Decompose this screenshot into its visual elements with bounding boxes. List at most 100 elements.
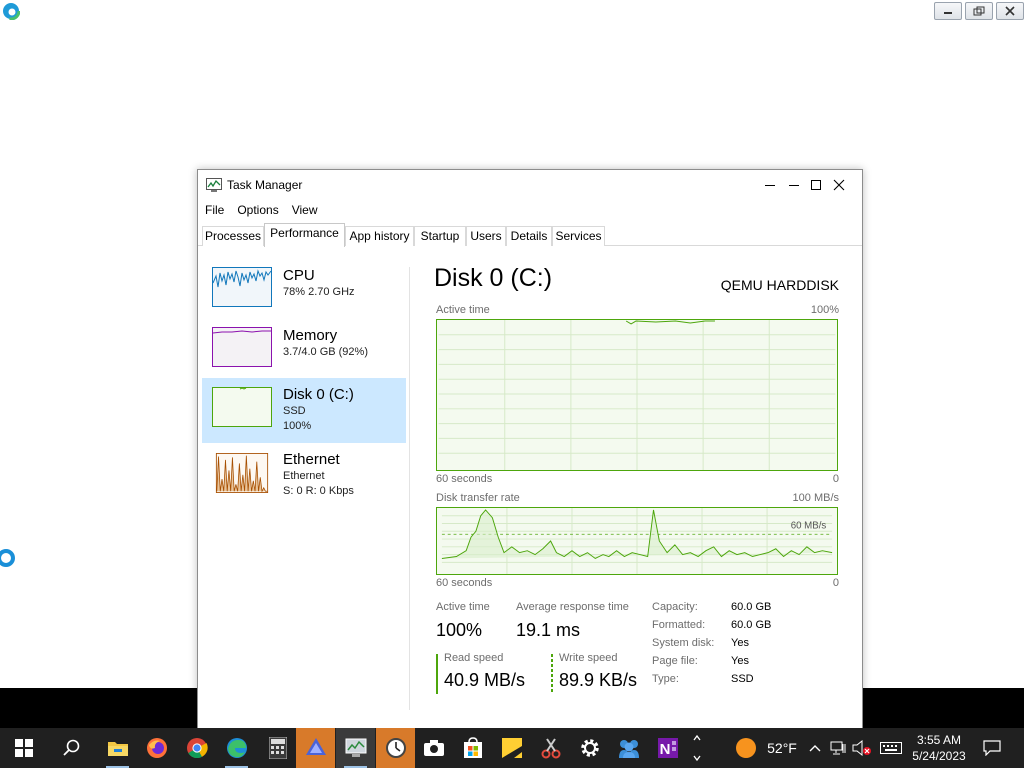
store-icon [463,737,482,758]
onenote-icon: N [657,738,678,758]
menu-options[interactable]: Options [230,201,284,221]
sidebar-cpu-sub: 78% 2.70 GHz [283,286,355,298]
avg-response-label: Average response time [516,601,629,613]
read-speed-label: Read speed [444,652,504,664]
calculator-icon [268,737,287,759]
start-button[interactable] [4,728,43,768]
outer-minimize-button[interactable] [934,2,962,20]
volume-muted-icon [852,740,871,756]
taskbar-snipping-tool[interactable] [531,728,570,768]
page-file-value: Yes [731,655,749,667]
taskbar-camera[interactable] [414,728,453,768]
tab-services[interactable]: Services [552,226,605,246]
formatted-label: Formatted: [652,619,706,631]
active-time-max-label: 100% [810,304,839,316]
taskbar-task-manager[interactable] [336,728,375,768]
taskbar-edge[interactable] [217,728,256,768]
memory-thumbnail [212,327,272,367]
file-explorer-icon [107,742,128,756]
window-title: Task Manager [227,178,303,192]
disk-title: Disk 0 (C:) [434,264,553,292]
taskbar-app-orange[interactable] [296,728,335,768]
close-button[interactable] [816,170,862,200]
tab-performance[interactable]: Performance [264,223,345,247]
notification-button[interactable] [972,728,1012,768]
panel-divider [409,267,410,710]
capacity-value: 60.0 GB [731,601,772,613]
taskbar: N 52°F 3:55 AM 5/24/2023 [0,728,1024,768]
task-manager-window: Task Manager File Options View Processes… [197,169,863,729]
minimize-btn[interactable] [747,170,793,200]
taskbar-chrome[interactable] [177,728,216,768]
taskbar-onenote[interactable]: N [648,728,687,768]
tab-startup[interactable]: Startup [414,226,466,246]
weather-widget[interactable]: 52°F [726,728,806,768]
sidebar-ethernet-sub: Ethernet [283,470,325,482]
tab-strip: Processes Performance App history Startu… [198,223,862,247]
transfer-rate-min-label: 0 [832,577,839,589]
sidebar-ethernet-speed: S: 0 R: 0 Kbps [283,485,354,497]
taskbar-store[interactable] [453,728,492,768]
tab-processes[interactable]: Processes [202,226,264,246]
page-file-label: Page file: [652,655,698,667]
keyboard-icon [880,742,902,754]
disk-thumbnail [212,387,272,427]
transfer-rate-mid-label: 60 MB/s [791,520,827,531]
taskbar-calculator[interactable] [258,728,297,768]
read-speed-bar [436,654,438,694]
outer-restore-button[interactable] [965,2,993,20]
transfer-rate-graph-label: Disk transfer rate [436,492,520,504]
close-icon [1005,6,1015,16]
network-icon [830,741,846,755]
sidebar-cpu-title: CPU [283,267,315,284]
taskbar-file-explorer[interactable] [98,728,137,768]
keyboard-tray-button[interactable] [876,728,906,768]
taskbar-people[interactable] [609,728,648,768]
close-icon [833,179,845,191]
edge-icon [226,738,247,758]
edge-logo-icon [2,2,20,20]
clock-tray-button[interactable]: 3:55 AM 5/24/2023 [906,728,972,768]
sidebar-memory-sub: 3.7/4.0 GB (92%) [283,346,368,358]
sidebar-ethernet-title: Ethernet [283,451,340,468]
camera-icon [423,740,444,756]
chevron-up-icon [809,745,821,752]
ring-icon [0,549,15,567]
sidebar-item-disk[interactable]: Disk 0 (C:) SSD 100% [202,378,406,443]
system-disk-label: System disk: [652,637,715,649]
active-time-graph [436,319,838,471]
search-button[interactable] [52,728,91,768]
taskbar-date: 5/24/2023 [912,749,966,763]
network-tray-button[interactable] [828,728,848,768]
sidebar-item-cpu[interactable]: CPU 78% 2.70 GHz [202,258,406,314]
sidebar-memory-title: Memory [283,327,338,344]
tab-users[interactable]: Users [466,226,506,246]
tray-overflow-button[interactable] [806,728,824,768]
taskbar-sticky-notes[interactable] [492,728,531,768]
search-icon [62,739,79,756]
outer-close-button[interactable] [996,2,1024,20]
notification-icon [983,740,1001,756]
taskbar-settings[interactable] [570,728,609,768]
sidebar-item-ethernet[interactable]: Ethernet Ethernet S: 0 R: 0 Kbps [202,446,406,506]
ethernet-thumbnail [215,453,269,493]
sidebar-disk-title: Disk 0 (C:) [283,386,354,403]
active-time-duration-label: 60 seconds [436,473,493,485]
tab-app-history[interactable]: App history [345,226,414,246]
menu-view[interactable]: View [285,201,324,221]
task-manager-icon [206,178,222,192]
taskbar-clock-app[interactable] [376,728,415,768]
taskbar-scroll[interactable] [688,728,706,768]
gear-icon [580,739,599,757]
avg-response-value: 19.1 ms [516,620,581,640]
minimize-line-icon [765,185,775,186]
write-speed-value: 89.9 KB/s [559,670,638,690]
menu-file[interactable]: File [198,201,230,221]
tab-details[interactable]: Details [506,226,552,246]
weather-temp: 52°F [767,740,797,756]
sidebar-item-memory[interactable]: Memory 3.7/4.0 GB (92%) [202,318,406,376]
taskbar-firefox[interactable] [137,728,176,768]
volume-tray-button[interactable] [850,728,874,768]
sidebar-disk-usage: 100% [283,420,312,432]
active-time-stat-value: 100% [436,620,483,640]
